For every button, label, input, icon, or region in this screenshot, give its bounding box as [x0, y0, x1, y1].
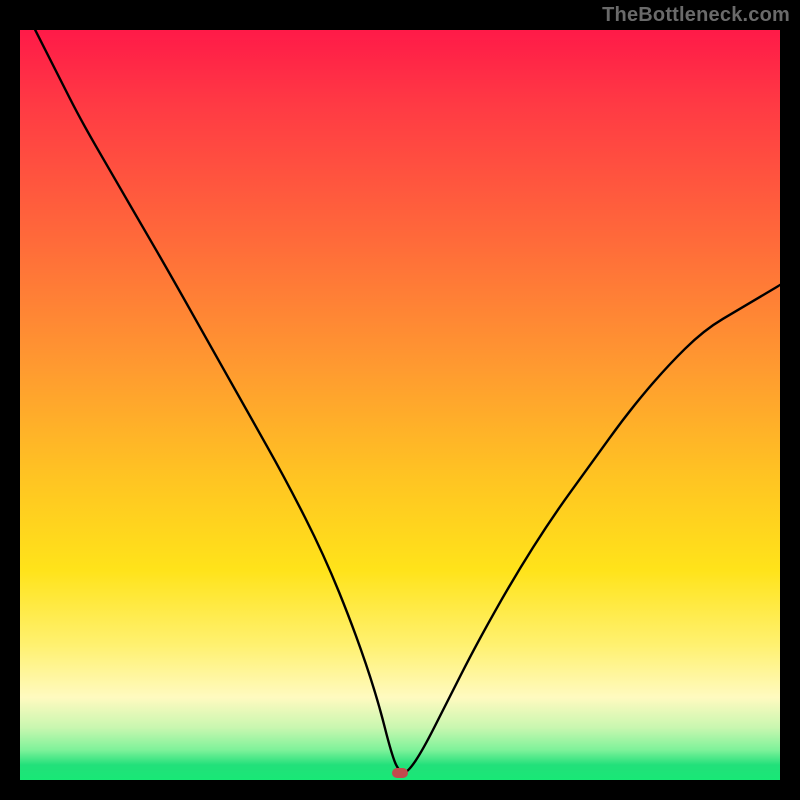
optimal-point-marker: [392, 768, 408, 778]
bottleneck-curve: [20, 30, 780, 780]
chart-frame: TheBottleneck.com: [0, 0, 800, 800]
plot-area: [20, 30, 780, 780]
watermark-text: TheBottleneck.com: [602, 4, 790, 27]
